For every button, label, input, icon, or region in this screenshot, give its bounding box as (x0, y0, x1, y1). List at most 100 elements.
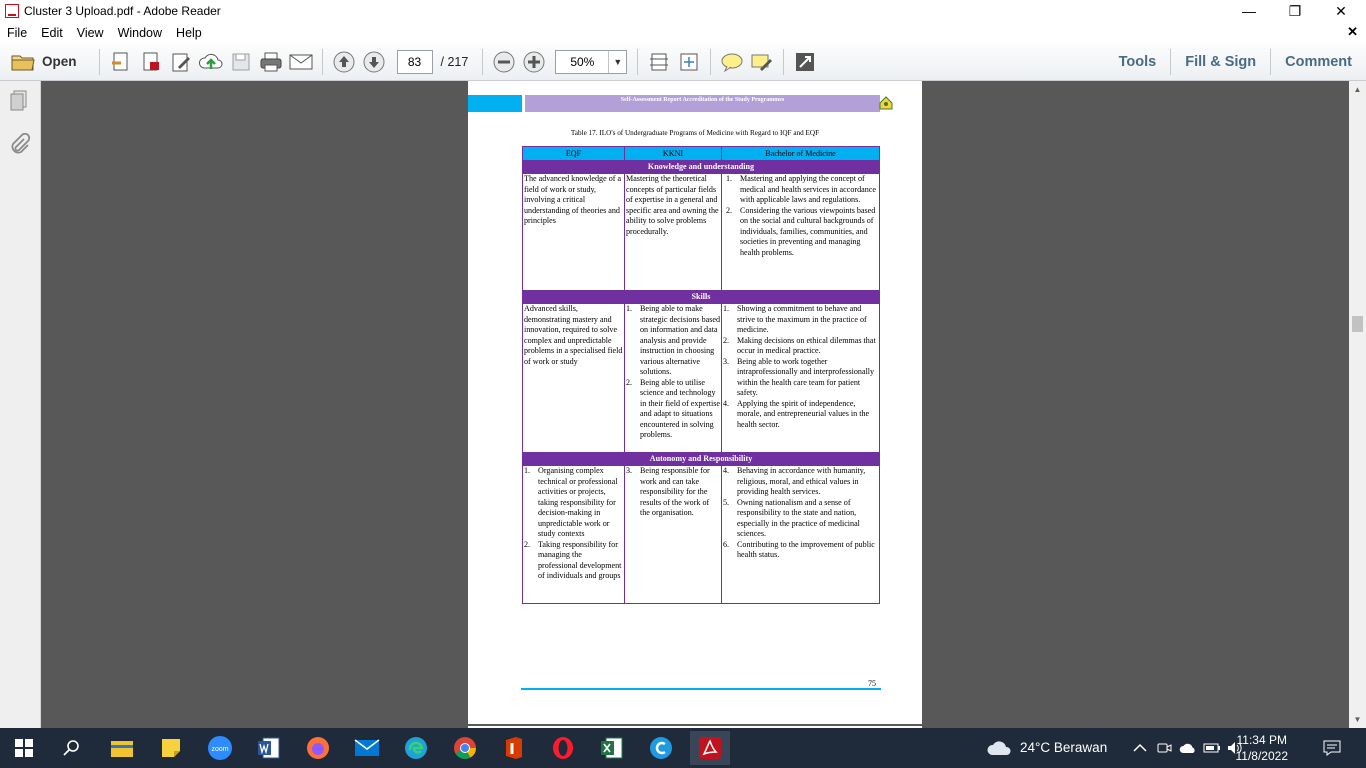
windows-start-icon[interactable] (10, 734, 38, 762)
adobe-reader-icon (5, 4, 19, 18)
list-number: 1. (723, 304, 730, 313)
zoom-app-icon[interactable]: zoom (206, 734, 234, 762)
chevron-down-icon[interactable]: ▼ (608, 50, 626, 73)
list-text: Applying the spirit of independence, mor… (737, 398, 870, 429)
list-text: Taking responsibility for managing the p… (538, 539, 622, 581)
open-label: Open (42, 54, 77, 69)
weather-text[interactable]: 24°C Berawan (1020, 740, 1107, 755)
eqf-cell: The advanced knowledge of a field of wor… (522, 173, 625, 291)
ccleaner-icon[interactable] (647, 734, 675, 762)
onedrive-cloud-icon[interactable] (1178, 734, 1198, 762)
sticky-notes-icon[interactable] (157, 734, 185, 762)
arrow-up-circle-icon (331, 49, 357, 75)
list-text: Behaving in accordance with humanity, re… (737, 466, 866, 496)
list-number: 2. (524, 539, 531, 549)
tools-pane-button[interactable]: Tools (1105, 43, 1171, 81)
office-icon[interactable] (500, 734, 528, 762)
menu-help[interactable]: Help (169, 26, 209, 40)
system-clock[interactable]: 11:34 PM 11/8/2022 (1236, 732, 1289, 764)
page-thumbnails-icon[interactable] (8, 89, 32, 113)
battery-icon[interactable] (1202, 734, 1222, 762)
edit-pdf-button[interactable] (168, 47, 194, 77)
printer-icon (258, 49, 284, 75)
opera-icon[interactable] (549, 734, 577, 762)
university-logo-icon (879, 96, 893, 110)
zoom-in-button[interactable] (521, 47, 547, 77)
document-viewport[interactable]: Self-Assessment Report Accreditation of … (41, 81, 1349, 728)
list-text: Owning nationalism and a sense of respon… (737, 497, 860, 539)
page-number: 75 (868, 679, 876, 688)
create-pdf-button[interactable] (108, 47, 134, 77)
open-button[interactable]: Open (10, 47, 77, 77)
scrollbar-thumb[interactable] (1352, 316, 1363, 332)
pdf-export-button[interactable] (138, 47, 164, 77)
edge-icon[interactable] (402, 734, 430, 762)
meet-now-icon[interactable] (1154, 734, 1174, 762)
save-button[interactable] (228, 47, 254, 77)
paperclip-icon[interactable] (8, 132, 32, 157)
list-number: 1. (726, 174, 733, 183)
list-item: 2. Making decisions on ethical dilemmas t… (723, 336, 878, 357)
eqf-cell: Advanced skills, demonstrating mastery a… (522, 303, 625, 453)
menu-edit[interactable]: Edit (34, 26, 70, 40)
toolbar-separator (637, 48, 639, 75)
expand-icon (792, 49, 818, 75)
notification-icon[interactable] (1320, 734, 1344, 762)
scroll-down-arrow-icon[interactable]: ▼ (1349, 711, 1366, 728)
mail-icon[interactable] (353, 734, 381, 762)
fit-width-icon (676, 49, 702, 75)
section-title: Knowledge and understanding (522, 160, 880, 174)
fill-sign-pane-button[interactable]: Fill & Sign (1171, 43, 1270, 81)
upload-button[interactable] (198, 47, 224, 77)
list-text: Considering the various viewpoints based… (740, 205, 876, 257)
list-item: 2. Taking responsibility for managing the… (524, 540, 623, 582)
sticky-note-button[interactable] (719, 47, 745, 77)
weather-cloud-icon[interactable] (985, 734, 1015, 762)
menu-file[interactable]: File (0, 26, 34, 40)
chrome-icon[interactable] (451, 734, 479, 762)
excel-icon[interactable] (598, 734, 626, 762)
ilo-table: EQF KKNI Bachelor of Medicine Knowledge … (522, 146, 880, 604)
taskbar: zoom 24°C Berawan 11:34 PM 11/8/2022 (0, 728, 1366, 768)
restore-button[interactable]: ❐ (1272, 0, 1318, 22)
page-number-input[interactable]: 83 (396, 49, 433, 74)
toolbar-separator (98, 48, 100, 75)
minimize-button[interactable]: — (1226, 0, 1272, 22)
bachelor-cell: 4. Behaving in accordance with humanity, … (721, 465, 880, 604)
toolbar: Open 83 / 217 50% ▼ Tools Fill & Sign Co… (0, 43, 1366, 81)
close-document-button[interactable]: ✕ (1347, 24, 1358, 40)
full-screen-button[interactable] (792, 47, 818, 77)
menu-view[interactable]: View (70, 26, 111, 40)
column-header-kkni: KKNI (624, 146, 722, 161)
scroll-up-arrow-icon[interactable]: ▲ (1349, 81, 1366, 98)
previous-page-button[interactable] (331, 47, 357, 77)
bachelor-cell: 1. Showing a commitment to behave and str… (721, 303, 880, 453)
list-number: 5. (723, 497, 730, 507)
table-row: Advanced skills, demonstrating mastery a… (522, 303, 880, 453)
header-accent-bar (468, 95, 522, 112)
list-number: 3. (626, 466, 633, 475)
email-button[interactable] (288, 47, 314, 77)
close-button[interactable]: ✕ (1318, 0, 1364, 22)
fit-page-button[interactable] (646, 47, 672, 77)
search-icon[interactable] (58, 734, 86, 762)
zoom-out-button[interactable] (491, 47, 517, 77)
print-button[interactable] (258, 47, 284, 77)
list-item: 1. Mastering and applying the concept of … (723, 174, 878, 206)
word-icon[interactable] (255, 734, 283, 762)
zoom-select[interactable]: 50% ▼ (555, 49, 628, 74)
edit-icon (168, 49, 194, 75)
navigation-pane (0, 81, 41, 728)
fit-width-button[interactable] (676, 47, 702, 77)
file-explorer-icon[interactable] (108, 734, 136, 762)
adobe-reader-taskbar-icon[interactable] (690, 731, 730, 765)
firefox-icon[interactable] (304, 734, 332, 762)
pdf-export-icon (138, 49, 164, 75)
highlight-text-button[interactable] (749, 47, 775, 77)
minus-circle-icon (491, 49, 517, 75)
comment-pane-button[interactable]: Comment (1271, 43, 1366, 81)
chevron-up-icon[interactable] (1130, 734, 1150, 762)
vertical-scrollbar[interactable]: ▲ ▼ (1349, 81, 1366, 728)
next-page-button[interactable] (361, 47, 387, 77)
menu-window[interactable]: Window (111, 26, 169, 40)
